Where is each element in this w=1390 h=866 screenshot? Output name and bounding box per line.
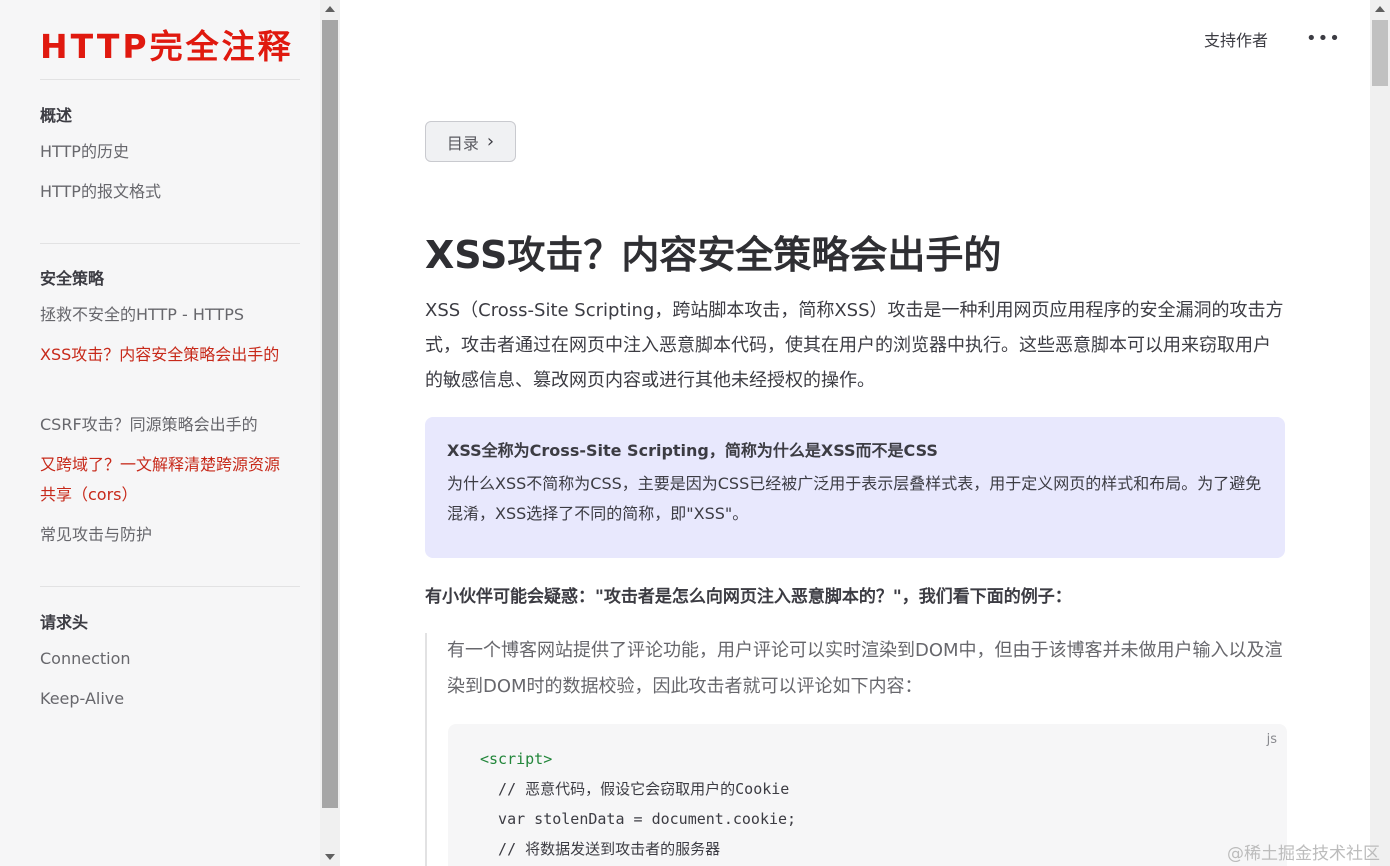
quote-text: 有一个博客网站提供了评论功能，用户评论可以实时渲染到DOM中，但由于该博客并未做… <box>447 640 1283 697</box>
more-menu-icon[interactable]: ••• <box>1306 28 1341 49</box>
sidebar-item-csrf[interactable]: CSRF攻击？同源策略会出手的 <box>40 410 295 440</box>
sidebar-item-connection[interactable]: Connection <box>40 644 295 674</box>
scroll-up-arrow-icon[interactable] <box>325 6 335 12</box>
page-scrollbar-thumb[interactable] <box>1372 20 1388 86</box>
sidebar-heading-security: 安全策略 <box>40 269 105 288</box>
code-block: js <script> // 恶意代码，假设它会窃取用户的Cookie var … <box>448 724 1287 866</box>
blockquote: 有一个博客网站提供了评论功能，用户评论可以实时渲染到DOM中，但由于该博客并未做… <box>425 633 1287 866</box>
support-author-link[interactable]: 支持作者 <box>1204 27 1268 51</box>
sidebar-item-cors[interactable]: 又跨域了？一文解释清楚跨源资源共享（cors） <box>40 450 295 510</box>
sidebar-item-http-message-format[interactable]: HTTP的报文格式 <box>40 177 295 207</box>
code-language-label: js <box>1266 732 1277 747</box>
sidebar-scrollbar[interactable] <box>320 0 340 866</box>
page-scrollbar[interactable] <box>1370 0 1390 866</box>
info-callout: XSS全称为Cross-Site Scripting，简称为什么是XSS而不是C… <box>425 417 1285 558</box>
site-logo-title[interactable]: HTTP完全注释 <box>40 20 294 68</box>
page-title: XSS攻击？内容安全策略会出手的 <box>425 233 1002 277</box>
sidebar-item-xss-active[interactable]: XSS攻击？内容安全策略会出手的 <box>40 340 295 370</box>
question-paragraph: 有小伙伴可能会疑惑："攻击者是怎么向网页注入恶意脚本的？"，我们看下面的例子： <box>425 587 1072 607</box>
watermark: @稀土掘金技术社区 <box>1227 844 1380 864</box>
scroll-down-arrow-icon[interactable] <box>325 854 335 860</box>
sidebar-divider <box>40 243 300 244</box>
code-line: var stolenData = document.cookie; <box>480 810 797 828</box>
sidebar-divider <box>40 586 300 587</box>
code-line: // 将数据发送到攻击者的服务器 <box>480 840 721 858</box>
toc-button[interactable]: 目录 › <box>425 121 516 162</box>
main-content: 支持作者 ••• 目录 › XSS攻击？内容安全策略会出手的 XSS（Cross… <box>340 0 1370 866</box>
sidebar-item-http-history[interactable]: HTTP的历史 <box>40 137 295 167</box>
sidebar-divider <box>40 79 300 80</box>
sidebar-item-https[interactable]: 拯救不安全的HTTP - HTTPS <box>40 300 295 330</box>
callout-title: XSS全称为Cross-Site Scripting，简称为什么是XSS而不是C… <box>447 441 938 460</box>
toc-label: 目录 <box>446 133 479 153</box>
sidebar: HTTP完全注释 概述 HTTP的历史 HTTP的报文格式 安全策略 拯救不安全… <box>0 0 320 866</box>
sidebar-item-common-attacks[interactable]: 常见攻击与防护 <box>40 520 295 550</box>
chevron-right-icon: › <box>486 131 495 152</box>
sidebar-item-keep-alive[interactable]: Keep-Alive <box>40 684 295 714</box>
code-line: // 恶意代码，假设它会窃取用户的Cookie <box>480 780 790 798</box>
sidebar-heading-overview: 概述 <box>40 106 73 125</box>
sidebar-scrollbar-thumb[interactable] <box>322 20 338 808</box>
intro-paragraph: XSS（Cross-Site Scripting，跨站脚本攻击，简称XSS）攻击… <box>425 300 1284 391</box>
scroll-up-arrow-icon[interactable] <box>1375 6 1385 12</box>
callout-body: 为什么XSS不简称为CSS，主要是因为CSS已经被广泛用于表示层叠样式表，用于定… <box>447 474 1262 523</box>
code-line: <script> <box>480 750 553 768</box>
sidebar-heading-request-headers: 请求头 <box>40 613 89 632</box>
